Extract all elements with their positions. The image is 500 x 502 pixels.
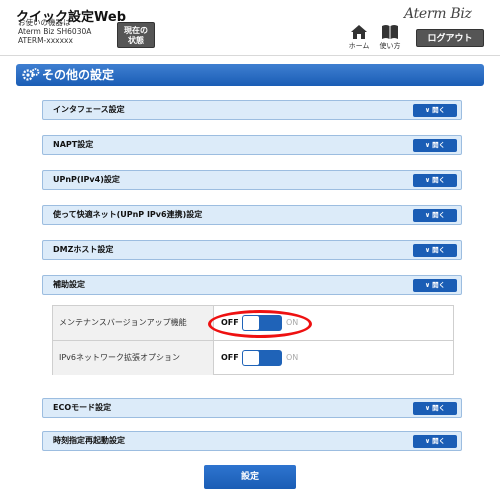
highlight-circle (208, 310, 312, 338)
accordion-label: インタフェース設定 (53, 105, 125, 114)
home-label: ホーム (348, 42, 370, 50)
ipv6-extension-toggle[interactable]: OFF ON (221, 350, 321, 366)
accordion-label: DMZホスト設定 (53, 245, 114, 254)
logout-button[interactable]: ログアウト (416, 29, 484, 47)
accordion-label: 使って快適ネット(UPnP IPv6連携)設定 (53, 210, 203, 219)
table-row: IPv6ネットワーク拡張オプション OFF ON (53, 341, 453, 376)
toggle-on-label: ON (286, 353, 299, 362)
help-button[interactable]: 使い方 (373, 24, 407, 51)
accordion-interface[interactable]: インタフェース設定 ∨ 開く (42, 100, 462, 120)
header: クイック設定Web お使いの機器は Aterm Biz SH6030A ATER… (0, 0, 500, 56)
brand-logo: Aterm Biz (404, 6, 472, 22)
chevron-down-icon: ∨ (424, 141, 431, 149)
toggle-track[interactable] (242, 350, 282, 366)
accordion-eco-mode[interactable]: ECOモード設定 ∨ 開く (42, 398, 462, 418)
accordion-label: NAPT設定 (53, 140, 94, 149)
device-model: Aterm Biz SH6030A (18, 27, 92, 36)
device-info-line: お使いの機器は (18, 18, 71, 27)
current-status-button[interactable]: 現在の 状態 (117, 22, 155, 48)
book-icon (382, 25, 398, 39)
accordion-scheduled-reboot[interactable]: 時刻指定再起動設定 ∨ 開く (42, 431, 462, 451)
open-label: 開く (432, 246, 446, 254)
gear-icon (22, 68, 40, 81)
section-title: その他の設定 (42, 68, 115, 82)
ipv6-extension-label: IPv6ネットワーク拡張オプション (53, 341, 214, 375)
chevron-down-icon: ∨ (424, 404, 431, 412)
open-label: 開く (432, 176, 446, 184)
chevron-down-icon: ∨ (424, 437, 431, 445)
chevron-down-icon: ∨ (424, 246, 431, 254)
section-header: その他の設定 (16, 64, 484, 86)
open-button[interactable]: ∨ 開く (413, 104, 457, 117)
chevron-down-icon: ∨ (424, 281, 431, 289)
open-label: 開く (432, 106, 446, 114)
toggle-knob[interactable] (243, 351, 259, 365)
open-button[interactable]: ∨ 開く (413, 279, 457, 292)
open-label: 開く (432, 404, 446, 412)
accordion-napt[interactable]: NAPT設定 ∨ 開く (42, 135, 462, 155)
open-button[interactable]: ∨ 開く (413, 402, 457, 415)
accordion-label: 時刻指定再起動設定 (53, 436, 125, 445)
open-button[interactable]: ∨ 開く (413, 209, 457, 222)
chevron-down-icon: ∨ (424, 106, 431, 114)
open-label: 開く (432, 281, 446, 289)
open-button[interactable]: ∨ 開く (413, 139, 457, 152)
status-button-line-1: 現在の (124, 26, 148, 35)
accordion-label: UPnP(IPv4)設定 (53, 175, 120, 184)
open-button[interactable]: ∨ 開く (413, 435, 457, 448)
open-label: 開く (432, 211, 446, 219)
open-button[interactable]: ∨ 開く (413, 244, 457, 257)
home-button[interactable]: ホーム (342, 24, 376, 51)
accordion-upnp-ipv6[interactable]: 使って快適ネット(UPnP IPv6連携)設定 ∨ 開く (42, 205, 462, 225)
save-settings-button[interactable]: 設定 (204, 465, 296, 489)
accordion-auxiliary[interactable]: 補助設定 ∨ 開く (42, 275, 462, 295)
help-label: 使い方 (379, 42, 401, 50)
toggle-off-label: OFF (221, 353, 239, 362)
home-icon (351, 25, 367, 39)
chevron-down-icon: ∨ (424, 211, 431, 219)
open-label: 開く (432, 437, 446, 445)
open-label: 開く (432, 141, 446, 149)
status-button-line-2: 状態 (128, 36, 144, 45)
accordion-dmz-host[interactable]: DMZホスト設定 ∨ 開く (42, 240, 462, 260)
accordion-label: 補助設定 (53, 280, 85, 289)
accordion-upnp-ipv4[interactable]: UPnP(IPv4)設定 ∨ 開く (42, 170, 462, 190)
device-name: ATERM-xxxxxx (18, 36, 73, 45)
maintenance-update-label: メンテナンスバージョンアップ機能 (53, 306, 214, 340)
chevron-down-icon: ∨ (424, 176, 431, 184)
open-button[interactable]: ∨ 開く (413, 174, 457, 187)
accordion-label: ECOモード設定 (53, 403, 112, 412)
